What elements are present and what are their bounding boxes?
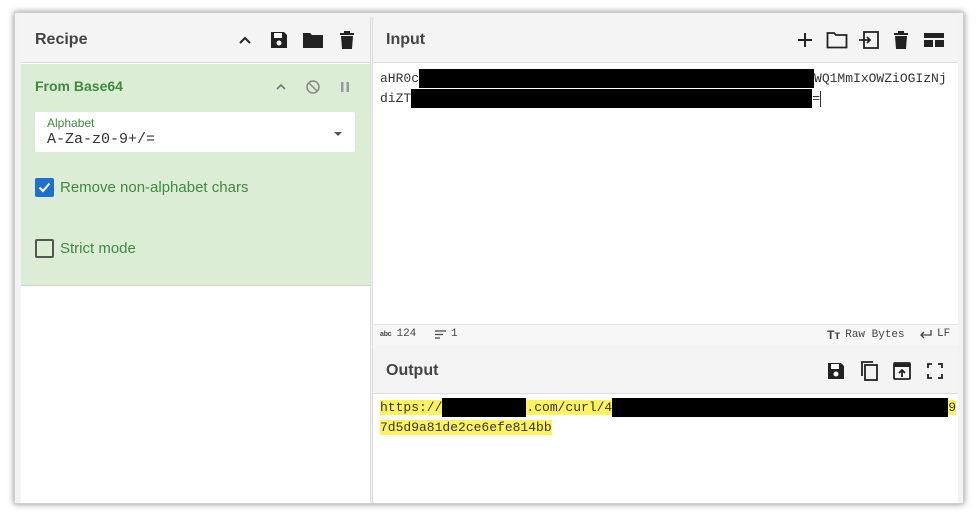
- encoding-indicator[interactable]: Tт Raw Bytes: [827, 328, 905, 342]
- strict-mode-label: Strict mode: [60, 240, 136, 257]
- input-header: Input: [373, 17, 958, 63]
- strict-mode-option[interactable]: Strict mode: [35, 239, 136, 258]
- input-eol: LF: [937, 328, 951, 340]
- recipe-title: Recipe: [35, 30, 88, 48]
- redaction-block: [411, 89, 813, 108]
- input-text-area[interactable]: aHR0c WQ1MmIxOWZiOGIzNj diZT =: [380, 69, 954, 109]
- pause-icon[interactable]: [334, 76, 356, 98]
- input-lines: 1: [451, 328, 458, 340]
- alphabet-label: Alphabet: [47, 116, 95, 130]
- copy-icon[interactable]: [858, 360, 880, 382]
- layout-icon[interactable]: [922, 29, 946, 51]
- output-line-1: https:// .com/curl/4 9: [380, 398, 957, 418]
- output-title: Output: [386, 361, 439, 379]
- eol-indicator[interactable]: LF: [919, 328, 950, 340]
- input-length: 124: [396, 328, 417, 340]
- input-line2-start: diZT: [380, 91, 412, 106]
- input-encoding: Raw Bytes: [845, 329, 905, 341]
- redaction-block: [442, 398, 527, 417]
- input-line1-start: aHR0c: [380, 71, 420, 86]
- remove-non-alphabet-option[interactable]: Remove non-alphabet chars: [35, 178, 248, 197]
- input-status-bar: abc 124 1 Tт Raw Bytes LF: [373, 324, 959, 346]
- alphabet-select[interactable]: Alphabet A-Za-z0-9+/=: [35, 112, 355, 152]
- folder-icon[interactable]: [302, 29, 324, 51]
- alphabet-value: A-Za-z0-9+/=: [47, 131, 156, 148]
- recipe-header: Recipe: [21, 17, 370, 63]
- trash-icon[interactable]: [336, 29, 358, 51]
- output-line-2: 7d5d9a81de2ce6efe814bb: [380, 418, 954, 438]
- input-line2-end: =: [812, 91, 821, 106]
- from-base64-operation[interactable]: From Base64 Alphabet A-Za-z0-9+/= Remove…: [21, 64, 370, 286]
- length-indicator: abc 124: [380, 328, 416, 340]
- output-line1-mid: .com/curl/4: [526, 400, 613, 415]
- chevron-up-icon[interactable]: [270, 76, 292, 98]
- operation-title: From Base64: [35, 78, 123, 94]
- chevron-up-icon[interactable]: [234, 29, 256, 51]
- input-line-1: aHR0c WQ1MmIxOWZiOGIzNj: [380, 69, 954, 89]
- text-encoding-icon: Tт: [827, 328, 841, 342]
- remove-non-alphabet-checkbox[interactable]: [35, 178, 54, 197]
- remove-non-alphabet-label: Remove non-alphabet chars: [60, 179, 249, 196]
- maximize-icon[interactable]: [924, 360, 946, 382]
- trash-icon[interactable]: [890, 29, 912, 51]
- output-line1-end: 9: [948, 400, 957, 415]
- output-text-area[interactable]: https:// .com/curl/4 9 7d5d9a81de2ce6efe81…: [380, 398, 957, 438]
- length-icon: abc: [380, 330, 392, 338]
- save-recipe-icon[interactable]: [268, 29, 290, 51]
- import-icon[interactable]: [858, 29, 880, 51]
- open-folder-icon[interactable]: [826, 29, 848, 51]
- plus-icon[interactable]: [794, 29, 816, 51]
- lines-icon: [435, 329, 446, 339]
- text-cursor: [820, 90, 822, 107]
- cyberchef-window: Recipe From Base64 Alphabet A-Za-z0-9+/=…: [14, 12, 964, 504]
- return-icon: [920, 330, 932, 339]
- input-line1-end: WQ1MmIxOWZiOGIzNj: [814, 71, 947, 86]
- output-header: Output: [373, 348, 958, 394]
- output-line1-start: https://: [380, 400, 443, 415]
- recipe-pane: Recipe From Base64 Alphabet A-Za-z0-9+/=…: [21, 17, 371, 503]
- redaction-block: [612, 398, 949, 417]
- caret-down-icon: [333, 124, 343, 142]
- lines-indicator: 1: [435, 328, 458, 340]
- input-pane: Input aHR0c WQ1MmIxOWZiOGIzNj diZT = abc…: [372, 17, 959, 346]
- output-line2: 7d5d9a81de2ce6efe814bb: [380, 420, 552, 435]
- input-title: Input: [386, 30, 426, 48]
- output-pane: Output https:// .com/curl/4 9 7d5d9a81de2c…: [372, 348, 958, 503]
- input-line-2: diZT =: [380, 89, 954, 109]
- disable-icon[interactable]: [302, 76, 324, 98]
- redaction-block: [419, 69, 815, 88]
- replace-input-icon[interactable]: [891, 360, 913, 382]
- strict-mode-checkbox[interactable]: [35, 239, 54, 258]
- save-output-icon[interactable]: [825, 360, 847, 382]
